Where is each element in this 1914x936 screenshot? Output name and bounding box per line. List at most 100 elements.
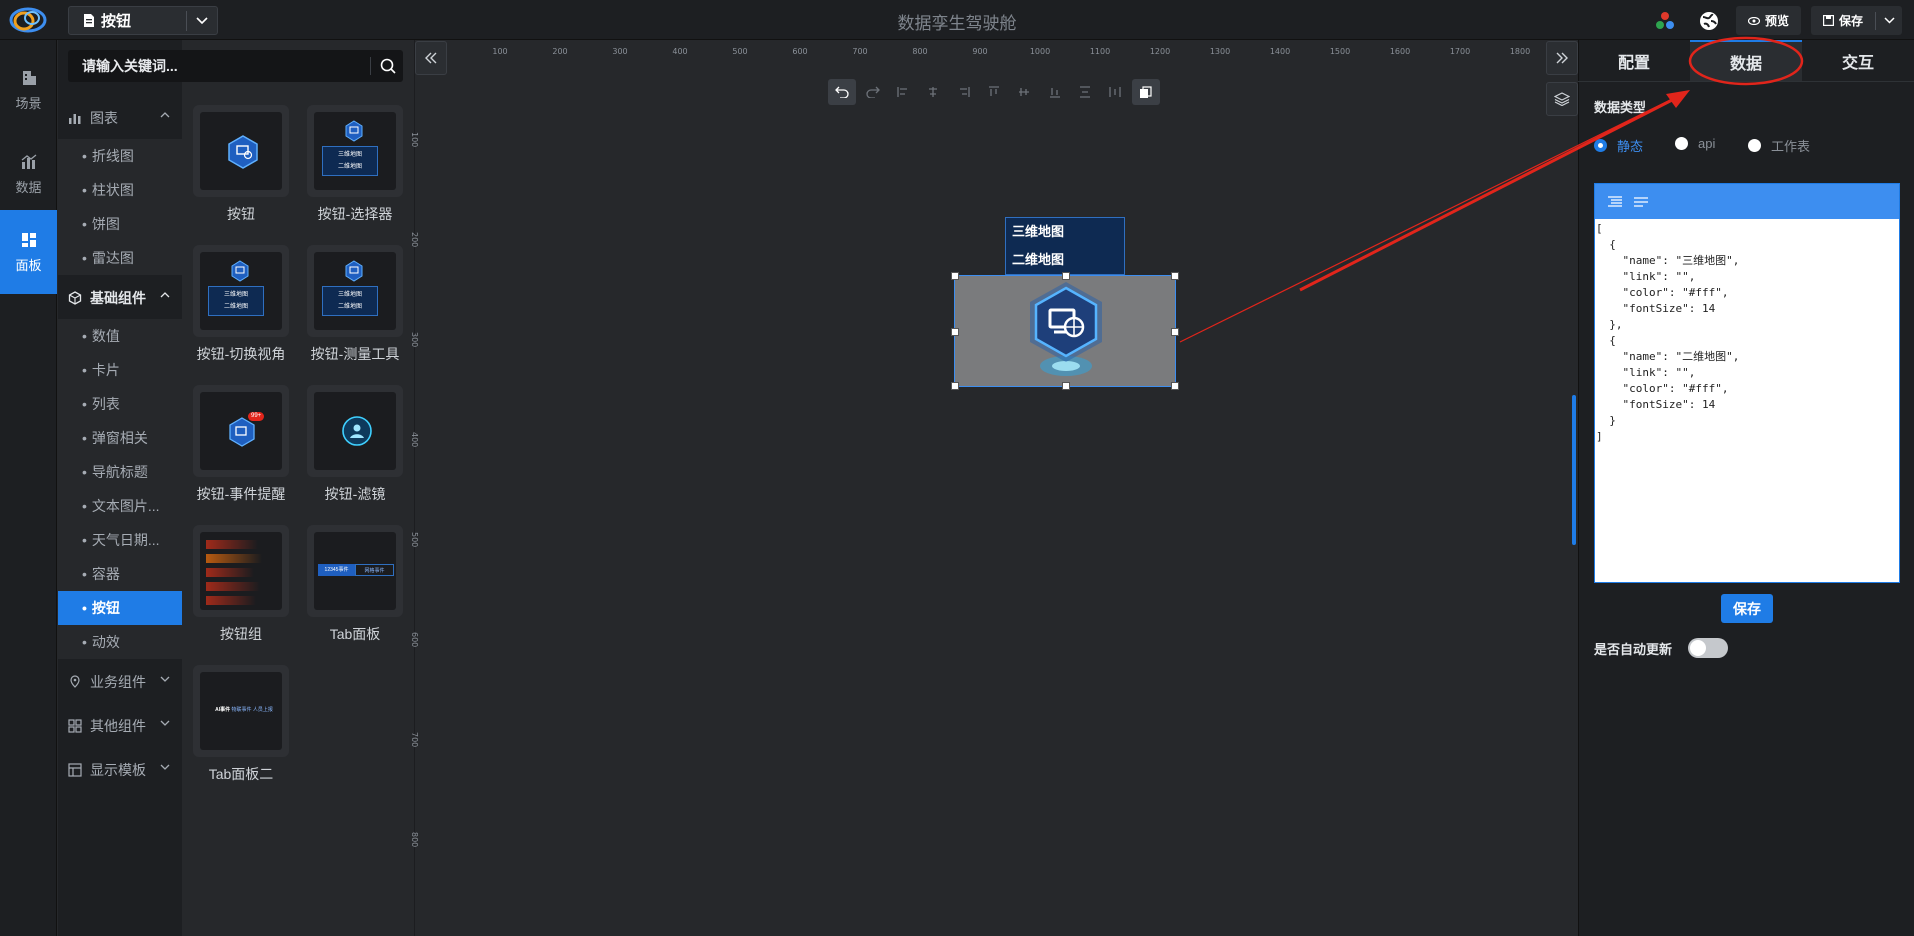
canvas-toolbar [824,78,1164,106]
tab-data[interactable]: 数据 [1690,40,1802,81]
align-bottom-button[interactable] [1041,79,1069,105]
redo-button[interactable] [858,79,886,105]
tab-config[interactable]: 配置 [1578,40,1690,81]
radio-worksheet[interactable]: 工作表 [1748,136,1810,155]
theme-palette-icon[interactable] [1648,6,1682,35]
chevron-down-icon[interactable] [187,16,217,25]
component-card-button-switch-view[interactable]: 三维地图 二维地图 按钮-切换视角 [193,245,289,364]
distribute-vertical-button[interactable] [1071,79,1099,105]
tree-item-effects[interactable]: 动效 [58,625,182,659]
top-right-actions: 预览 保存 [1648,6,1902,35]
json-editor[interactable]: [ { "name": "三维地图", "link": "", "color":… [1594,183,1900,583]
category-charts[interactable]: 图表 [58,98,182,138]
format-icon[interactable] [1607,195,1623,208]
component-card-button-filter[interactable]: 按钮-滤镜 [307,385,403,504]
json-code[interactable]: [ { "name": "三维地图", "link": "", "color":… [1595,219,1899,445]
thumbnail [307,385,403,477]
align-top-button[interactable] [980,79,1008,105]
collapse-right-button[interactable] [1546,41,1578,75]
grid-icon [68,719,82,733]
tree-item-list[interactable]: 列表 [58,387,182,421]
thumbnail [193,105,289,197]
category-business-components[interactable]: 业务组件 [58,662,182,702]
tree-item-bar-chart[interactable]: 柱状图 [58,173,182,207]
tree-item-line-chart[interactable]: 折线图 [58,139,182,173]
category-other-components[interactable]: 其他组件 [58,706,182,746]
align-middle-button[interactable] [1010,79,1038,105]
nav-item-scene[interactable]: 场景 [0,48,57,132]
map-pin-icon [70,675,80,688]
align-center-button[interactable] [919,79,947,105]
nav-item-data[interactable]: 数据 [0,132,57,216]
category-basic-components[interactable]: 基础组件 [58,278,182,318]
editor-canvas[interactable] [414,40,1578,936]
ruler-tick: 300 [410,332,419,348]
file-select[interactable]: 按钮 [68,6,218,35]
resize-handle[interactable] [1171,272,1179,280]
ruler-tick: 100 [492,47,508,56]
category-templates[interactable]: 显示模板 [58,750,182,790]
tree-item-container[interactable]: 容器 [58,557,182,591]
widget-menu-item-3d-map[interactable]: 三维地图 [1006,218,1124,246]
thumbnail: 99+ [193,385,289,477]
double-chevron-left-icon [425,52,437,64]
tree-item-text-image[interactable]: 文本图片... [58,489,182,523]
copy-button[interactable] [1131,79,1160,105]
align-left-button[interactable] [889,79,917,105]
save-data-button[interactable]: 保存 [1721,594,1773,623]
undo-button[interactable] [828,79,857,105]
globe-icon[interactable] [1692,6,1726,35]
save-button[interactable]: 保存 [1811,6,1875,35]
collapse-left-button[interactable] [415,41,447,75]
canvas-scrollbar[interactable] [1572,395,1576,545]
selected-button-widget[interactable] [951,272,1179,390]
resize-handle[interactable] [951,328,959,336]
tree-item-radar-chart[interactable]: 雷达图 [58,241,182,275]
radio-static[interactable]: 静态 [1594,136,1643,155]
app-logo[interactable] [8,6,48,34]
tree-item-button[interactable]: 按钮 [58,591,182,625]
tree-item-card[interactable]: 卡片 [58,353,182,387]
ruler-tick: 1500 [1329,47,1351,56]
ruler-tick: 1200 [1149,47,1171,56]
component-card-tab-panel-two[interactable]: AI事件 物联事件 人员上报 Tab面板二 [193,665,289,784]
save-options-chevron-icon[interactable] [1876,6,1902,35]
category-label: 显示模板 [90,762,146,778]
component-card-button-group[interactable]: 按钮组 [193,525,289,644]
component-card-button-measure[interactable]: 三维地图 二维地图 按钮-测量工具 [307,245,403,364]
component-card-button[interactable]: 按钮 [193,105,289,224]
compact-icon[interactable] [1633,196,1649,208]
resize-handle[interactable] [951,382,959,390]
tab-interaction[interactable]: 交互 [1802,40,1914,81]
widget-menu-item-2d-map[interactable]: 二维地图 [1006,246,1124,274]
nav-item-panel[interactable]: 面板 [0,210,57,294]
tree-item-popup[interactable]: 弹窗相关 [58,421,182,455]
resize-handle[interactable] [1171,328,1179,336]
search-input[interactable] [68,50,368,82]
resize-handle[interactable] [1062,382,1070,390]
component-card-tab-panel[interactable]: 12345事件 网格事件 Tab面板 [307,525,403,644]
resize-handle[interactable] [1171,382,1179,390]
distribute-horizontal-button[interactable] [1101,79,1129,105]
radio-label: 静态 [1617,139,1644,154]
resize-handle[interactable] [951,272,959,280]
preview-button[interactable]: 预览 [1735,6,1801,35]
align-right-button[interactable] [949,79,977,105]
component-card-button-selector[interactable]: 三维地图 二维地图 按钮-选择器 [307,105,403,224]
tree-item-pie-chart[interactable]: 饼图 [58,207,182,241]
align-right-icon [959,87,970,97]
save-button-group: 保存 [1810,6,1902,35]
tree-item-nav-title[interactable]: 导航标题 [58,455,182,489]
layers-button[interactable] [1546,82,1578,116]
category-label: 其他组件 [90,718,146,734]
category-label: 业务组件 [90,674,146,690]
tree-item-weather-date[interactable]: 天气日期... [58,523,182,557]
radio-api[interactable]: api [1675,136,1715,151]
bar-chart-icon [69,114,81,124]
component-card-button-event-alert[interactable]: 99+ 按钮-事件提醒 [193,385,289,504]
search-icon[interactable] [378,56,398,76]
thumb-tab: AI事件 [215,707,231,713]
resize-handle[interactable] [1062,272,1070,280]
auto-update-toggle[interactable] [1688,638,1728,658]
tree-item-number[interactable]: 数值 [58,319,182,353]
